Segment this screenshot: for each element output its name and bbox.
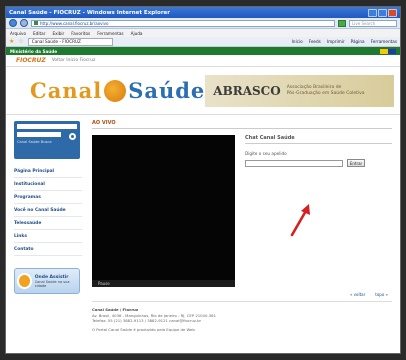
site-search-box: Canal Saúde Busca xyxy=(14,121,80,159)
chat-enter-button[interactable]: Entrar xyxy=(347,159,365,167)
footer-contact: Telefax: 55 (21) 3882-9113 / 3882-9121 c… xyxy=(92,318,202,324)
live-label: AO VIVO xyxy=(92,120,392,129)
address-text: http://www.canal.fiocruz.br/aovivo xyxy=(40,20,109,26)
sidebar-item-institucional[interactable]: Institucional xyxy=(14,178,82,191)
chat-nickname-input[interactable] xyxy=(245,159,343,167)
site-search-input[interactable] xyxy=(17,124,77,129)
search-box-text: Canal Saúde Busca xyxy=(17,140,52,144)
chat-panel: Chat Canal Saúde Digite o seu apelido En… xyxy=(245,135,392,287)
breadcrumb-tab[interactable]: Voltar Início Fiocruz xyxy=(52,58,96,63)
address-bar: http://www.canal.fiocruz.br/aovivo Live … xyxy=(6,18,400,29)
toolbar-tools[interactable]: Ferramentas xyxy=(371,39,397,44)
top-link[interactable]: topo » xyxy=(375,292,388,297)
banner-title: ABRASCO xyxy=(213,83,281,98)
pause-button[interactable]: Pause xyxy=(98,281,110,286)
abrasco-banner[interactable]: ABRASCO Associação Brasileira de Pós-Gra… xyxy=(205,74,394,107)
red-arrow-annotation xyxy=(290,204,310,237)
banner-sub-2: Pós-Graduação em Saúde Coletiva xyxy=(286,90,365,96)
sidebar-item-home[interactable]: Página Principal xyxy=(14,165,82,178)
sidebar-nav: Página Principal Institucional Programas… xyxy=(14,165,82,256)
maximize-button[interactable] xyxy=(378,8,387,17)
add-favorite-icon[interactable]: ☆ xyxy=(18,38,23,45)
gov-bar: Ministério da Saúde xyxy=(6,47,400,55)
sidebar-item-programas[interactable]: Programas xyxy=(14,191,82,204)
browser-window: Canal Saúde - FIOCRUZ - Windows Internet… xyxy=(5,6,401,354)
sidebar-item-telessaude[interactable]: Telessaúde xyxy=(14,217,82,230)
page-icon xyxy=(34,21,38,25)
search-input[interactable]: Live Search xyxy=(349,19,397,27)
fiocruz-logo[interactable]: FIOCRUZ xyxy=(16,57,46,64)
breadcrumb: FIOCRUZ Voltar Início Fiocruz xyxy=(6,55,400,67)
chat-title: Chat Canal Saúde xyxy=(245,135,392,144)
sidebar-item-links[interactable]: Links xyxy=(14,230,82,243)
promo-subtitle: Canal Saúde na sua cidade xyxy=(34,279,70,288)
logo-sun-icon xyxy=(104,79,127,102)
tab-label: Canal Saúde - FIOCRUZ xyxy=(31,39,81,44)
menu-bar: Arquivo Editar Exibir Favoritos Ferramen… xyxy=(6,29,400,37)
tab-bar: ★ ☆ Canal Saúde - FIOCRUZ Início Feeds I… xyxy=(6,37,400,47)
menu-file[interactable]: Arquivo xyxy=(10,31,26,36)
back-link[interactable]: « voltar xyxy=(350,292,365,297)
menu-edit[interactable]: Editar xyxy=(33,31,45,36)
menu-view[interactable]: Exibir xyxy=(52,31,64,36)
toolbar-feeds[interactable]: Feeds xyxy=(309,39,321,44)
live-video-player[interactable]: Pause xyxy=(92,135,235,287)
close-button[interactable] xyxy=(388,8,397,17)
chat-nickname-label: Digite o seu apelido xyxy=(245,151,287,156)
menu-favorites[interactable]: Favoritos xyxy=(71,31,90,36)
footer-credit: O Portal Canal Saúde é produzido pela Eq… xyxy=(92,327,195,333)
sidebar: Canal Saúde Busca Página Principal Insti… xyxy=(6,115,86,333)
site-search-input-2[interactable] xyxy=(17,132,61,137)
logo-text-right: Saúde xyxy=(128,78,206,103)
logo-text-left: Canal xyxy=(30,78,103,103)
footer-nav: « voltar topo » xyxy=(92,292,392,297)
video-controls[interactable]: Pause xyxy=(92,280,235,287)
toolbar-page[interactable]: Página xyxy=(351,39,365,44)
gov-bar-label[interactable]: Ministério da Saúde xyxy=(10,49,57,54)
browser-tab[interactable]: Canal Saúde - FIOCRUZ xyxy=(27,37,113,46)
minimize-button[interactable] xyxy=(368,8,377,17)
favorites-star-icon[interactable]: ★ xyxy=(9,38,14,45)
tv-icon xyxy=(17,273,32,289)
search-icon[interactable] xyxy=(69,133,76,140)
window-titlebar: Canal Saúde - FIOCRUZ - Windows Internet… xyxy=(6,7,400,18)
sidebar-item-contato[interactable]: Contato xyxy=(14,243,82,256)
search-placeholder: Live Search xyxy=(352,20,376,26)
main-area: AO VIVO Pause Chat Canal Saúde Digite o … xyxy=(86,115,400,333)
brazil-flag-icon xyxy=(380,48,396,54)
page-content: Canal Saúde Busca Página Principal Insti… xyxy=(6,115,400,333)
menu-help[interactable]: Ajuda xyxy=(131,31,143,36)
canal-saude-logo[interactable]: Canal Saúde xyxy=(30,78,205,103)
onde-assistir-promo[interactable]: Onde Assistir Canal Saúde na sua cidade xyxy=(14,268,80,294)
window-title: Canal Saúde - FIOCRUZ - Windows Internet… xyxy=(9,9,170,16)
site-footer: Canal Saúde / Fiocruz Av. Brasil, 4036 -… xyxy=(92,301,392,333)
site-header: Canal Saúde ABRASCO Associação Brasileir… xyxy=(6,67,400,115)
toolbar-home[interactable]: Início xyxy=(292,39,303,44)
back-button[interactable] xyxy=(9,19,17,27)
go-button[interactable] xyxy=(338,19,346,27)
toolbar-print[interactable]: Imprimir xyxy=(327,39,345,44)
forward-button[interactable] xyxy=(20,19,28,27)
menu-tools[interactable]: Ferramentas xyxy=(97,31,123,36)
chat-enter-label: Entrar xyxy=(349,160,363,166)
sidebar-item-voce[interactable]: Você no Canal Saúde xyxy=(14,204,82,217)
address-input[interactable]: http://www.canal.fiocruz.br/aovivo xyxy=(31,19,335,27)
